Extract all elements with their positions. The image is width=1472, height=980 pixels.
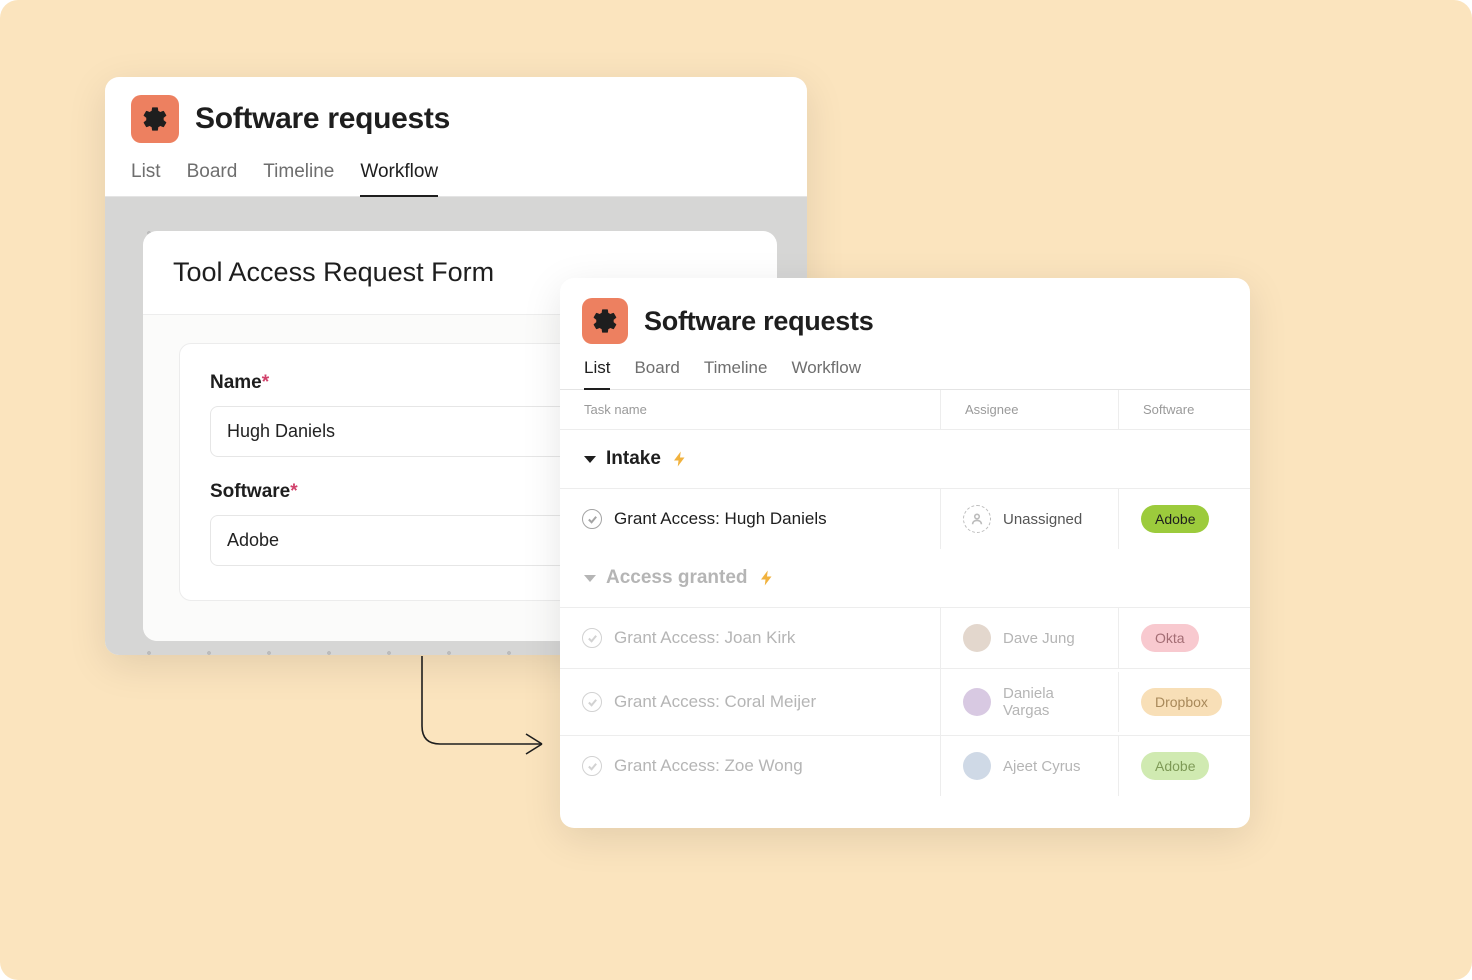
software-label-text: Software [210,481,290,502]
tab-list[interactable]: List [584,358,610,390]
tab-workflow[interactable]: Workflow [791,358,861,389]
required-mark: * [262,372,269,393]
avatar[interactable] [963,688,991,716]
complete-toggle[interactable] [582,756,602,776]
task-name: Grant Access: Zoe Wong [614,756,803,776]
task-row[interactable]: Grant Access: Hugh Daniels Unassigned Ad… [560,488,1250,549]
gear-icon [582,298,628,344]
software-tag[interactable]: Dropbox [1141,688,1222,716]
card-title: Software requests [644,306,874,337]
software-tag[interactable]: Okta [1141,624,1199,652]
tab-bar: List Board Timeline Workflow [105,143,807,197]
chevron-down-icon [584,456,596,463]
assignee-name: Unassigned [1003,511,1082,528]
card-header: Software requests [105,77,807,143]
tab-bar: List Board Timeline Workflow [560,344,1250,390]
tab-timeline[interactable]: Timeline [263,161,334,196]
task-name: Grant Access: Joan Kirk [614,628,795,648]
assignee-name: Ajeet Cyrus [1003,758,1081,775]
name-label-text: Name [210,372,262,393]
avatar[interactable] [963,752,991,780]
section-label: Intake [606,448,661,470]
section-granted[interactable]: Access granted [560,549,1250,607]
bolt-icon [671,450,689,468]
tab-workflow[interactable]: Workflow [360,161,438,197]
tab-board[interactable]: Board [634,358,679,389]
complete-toggle[interactable] [582,692,602,712]
chevron-down-icon [584,575,596,582]
task-row[interactable]: Grant Access: Joan Kirk Dave Jung Okta [560,607,1250,668]
section-label: Access granted [606,567,748,589]
tab-list[interactable]: List [131,161,161,196]
task-row[interactable]: Grant Access: Zoe Wong Ajeet Cyrus Adobe [560,735,1250,796]
column-header-row: Task name Assignee Software [560,390,1250,430]
col-task: Task name [560,390,940,429]
person-icon[interactable] [963,505,991,533]
col-assignee: Assignee [940,390,1118,429]
col-software: Software [1118,390,1250,429]
bolt-icon [758,569,776,587]
gear-icon [131,95,179,143]
task-name: Grant Access: Hugh Daniels [614,509,827,529]
software-tag[interactable]: Adobe [1141,505,1209,533]
list-card: Software requests List Board Timeline Wo… [560,278,1250,828]
connector-arrow [412,656,562,776]
task-row[interactable]: Grant Access: Coral Meijer Daniela Varga… [560,668,1250,735]
avatar[interactable] [963,624,991,652]
section-intake[interactable]: Intake [560,430,1250,488]
card-title: Software requests [195,102,450,136]
card-header: Software requests [560,278,1250,344]
task-name: Grant Access: Coral Meijer [614,692,816,712]
stage: Software requests List Board Timeline Wo… [0,0,1472,980]
tab-board[interactable]: Board [187,161,238,196]
complete-toggle[interactable] [582,628,602,648]
assignee-name: Dave Jung [1003,630,1075,647]
software-tag[interactable]: Adobe [1141,752,1209,780]
complete-toggle[interactable] [582,509,602,529]
assignee-name: Daniela Vargas [1003,685,1096,719]
tab-timeline[interactable]: Timeline [704,358,768,389]
required-mark: * [290,481,297,502]
